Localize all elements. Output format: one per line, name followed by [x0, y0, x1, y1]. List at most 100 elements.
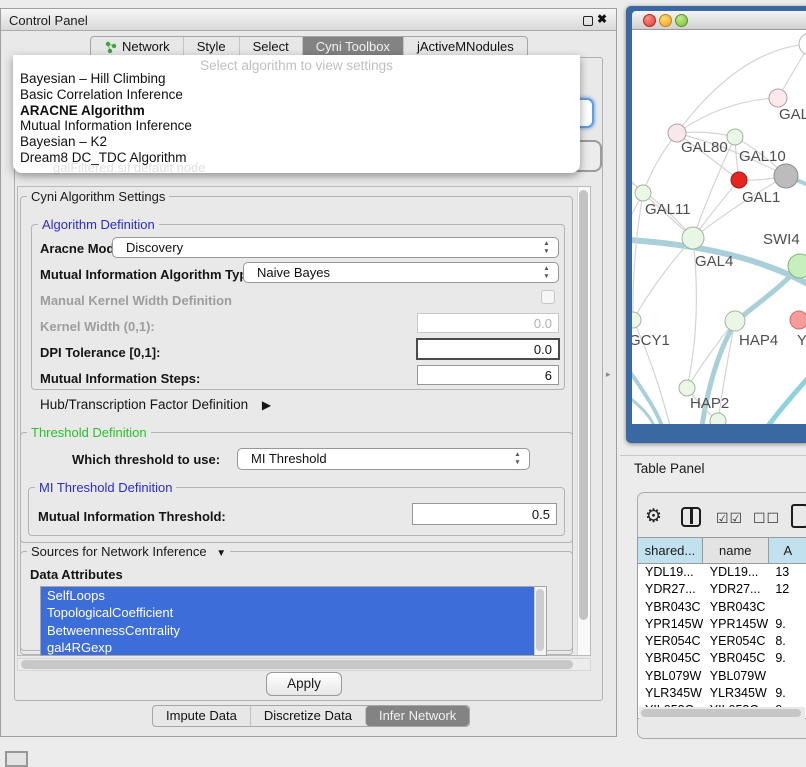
algorithm-option[interactable]: Bayesian – Hill Climbing	[13, 71, 580, 87]
node-gal7[interactable]	[769, 89, 787, 107]
dpi-tolerance-input[interactable]	[416, 338, 560, 360]
aracne-mode-select[interactable]: Discovery ▲▼	[112, 237, 559, 258]
table-row[interactable]: YBR043CYBR043C	[638, 599, 806, 616]
which-threshold-select[interactable]: MI Threshold ▲▼	[237, 448, 530, 470]
node-top-partial[interactable]	[799, 33, 806, 55]
kernel-width-label: Kernel Width (0,1):	[40, 319, 155, 334]
which-threshold-value: MI Threshold	[251, 451, 327, 466]
table-cell: YER054C	[703, 633, 769, 650]
minimize-traffic-light-icon[interactable]	[659, 14, 672, 27]
data-attribute-item[interactable]: gal4RGexp	[41, 639, 546, 656]
kernel-width-input[interactable]	[417, 313, 559, 333]
node-hap4[interactable]	[725, 311, 745, 331]
tab-style[interactable]: Style	[183, 37, 239, 57]
table-cell: YPR145W	[703, 616, 769, 633]
dpi-tolerance-label: DPI Tolerance [0,1]:	[40, 345, 160, 360]
new-column-icon[interactable]	[791, 504, 806, 528]
tab-jactivemnodules[interactable]: jActiveMNodules	[403, 37, 527, 57]
tab-select[interactable]: Select	[239, 37, 302, 57]
table-cell: YPR145W	[638, 616, 703, 633]
node-gal11[interactable]	[635, 185, 651, 201]
column-header-a[interactable]: A	[769, 538, 806, 564]
cyni-algorithm-settings-title: Cyni Algorithm Settings	[27, 189, 169, 204]
mi-threshold-label: Mutual Information Threshold:	[38, 509, 226, 524]
horizontal-scrollbar-thumb[interactable]	[21, 660, 573, 669]
table-row[interactable]: YLR345WYLR345W9.	[638, 685, 806, 702]
table-row[interactable]: YBR045CYBR045C9.	[638, 650, 806, 667]
float-window-icon[interactable]	[583, 16, 593, 26]
table-horizontal-scrollbar-thumb[interactable]	[641, 709, 801, 717]
node-gal10[interactable]	[727, 129, 743, 145]
algorithm-option[interactable]: Bayesian – K2	[13, 134, 580, 150]
table-row[interactable]: YER054CYER054C8.	[638, 633, 806, 650]
table-panel-separator	[620, 455, 806, 456]
node-hap2[interactable]	[679, 380, 695, 396]
node-label-gcy1: GCY1	[632, 332, 670, 349]
node-gal1[interactable]	[731, 172, 747, 188]
spinner-arrows-icon: ▲▼	[542, 265, 551, 281]
table-cell: YBL079W	[703, 668, 769, 685]
table-cell: YLR345W	[638, 685, 703, 702]
control-panel-title: Control Panel	[9, 13, 88, 28]
table-row[interactable]: YDL19...YDL19...13	[638, 564, 806, 581]
cyni-bottom-tabbar: Impute DataDiscretize DataInfer Network	[152, 705, 470, 727]
dropdown-prompt: Select algorithm to view settings	[13, 55, 580, 71]
data-attribute-item[interactable]: TopologicalCoefficient	[41, 604, 546, 621]
mi-algorithm-type-select[interactable]: Naive Bayes ▲▼	[243, 262, 559, 283]
algorithm-dropdown-list: Select algorithm to view settings Bayesi…	[13, 55, 580, 173]
spinner-arrows-icon: ▲▼	[542, 240, 551, 256]
ghost-combo-text: galFiltered.sif default node	[53, 160, 205, 175]
data-attribute-item[interactable]: BetweennessCentrality	[41, 622, 546, 639]
node-salmon[interactable]	[790, 311, 806, 329]
manual-kernel-width-checkbox[interactable]	[541, 290, 555, 304]
algorithm-option[interactable]: Basic Correlation Inference	[13, 87, 580, 103]
vertical-scrollbar-thumb[interactable]	[579, 190, 588, 620]
data-attributes-list[interactable]: SelfLoopsTopologicalCoefficientBetweenne…	[40, 586, 547, 656]
table-cell: YBR045C	[703, 650, 769, 667]
node-bottom-partial[interactable]	[710, 413, 726, 424]
spinner-arrows-icon: ▲▼	[513, 451, 522, 467]
list-scrollbar[interactable]	[534, 587, 546, 655]
algorithm-option[interactable]: Mutual Information Inference	[13, 118, 580, 134]
apply-button[interactable]: Apply	[266, 672, 342, 696]
data-attribute-item[interactable]: SelfLoops	[41, 587, 546, 604]
algorithm-option[interactable]: ARACNE Algorithm	[13, 103, 580, 119]
node-label-gal: GAL	[779, 106, 806, 123]
table-row[interactable]: YBL079WYBL079W	[638, 668, 806, 685]
column-header-name[interactable]: name	[703, 538, 769, 564]
mi-steps-input[interactable]	[417, 365, 559, 385]
table-cell: YDL19...	[638, 564, 703, 581]
tab-label: Style	[197, 37, 226, 57]
gear-icon[interactable]: ⚙	[645, 505, 662, 528]
network-view[interactable]: GALGAL80GAL10GAL1GAL11GAL4SWI4GCY1HAP4YH…	[632, 30, 806, 424]
mi-algorithm-type-value: Naive Bayes	[257, 265, 330, 280]
hub-definition-toggle[interactable]: Hub/Transcription Factor Definition ▶	[40, 397, 271, 412]
list-scrollbar-thumb[interactable]	[536, 589, 544, 651]
tab-impute-data[interactable]: Impute Data	[153, 706, 250, 726]
attribute-table: shared...nameAYDL19...YDL19...13YDR27...…	[637, 537, 806, 719]
select-all-icon[interactable]: ☑☑	[716, 510, 743, 527]
zoom-traffic-light-icon[interactable]	[675, 14, 688, 27]
node-gray[interactable]	[774, 164, 798, 188]
sources-group-title[interactable]: Sources for Network Inference ▼	[27, 544, 230, 559]
tab-discretize-data[interactable]: Discretize Data	[250, 706, 365, 726]
table-row[interactable]: YPR145WYPR145W9.	[638, 616, 806, 633]
node-gal4[interactable]	[682, 227, 704, 249]
node-gcy1[interactable]	[632, 312, 641, 328]
chevron-down-icon: ▼	[216, 548, 226, 559]
column-header-shared[interactable]: shared...	[638, 538, 703, 564]
mi-threshold-input[interactable]	[412, 503, 557, 525]
table-row[interactable]: YDR27...YDR27...12	[638, 581, 806, 598]
tab-infer-network[interactable]: Infer Network	[365, 706, 469, 726]
tab-cyni-toolbox[interactable]: Cyni Toolbox	[302, 37, 403, 57]
network-icon	[104, 41, 117, 54]
show-columns-icon[interactable]	[681, 507, 701, 527]
node-label-hap2: HAP2	[690, 395, 729, 412]
tab-network[interactable]: Network	[91, 37, 183, 57]
minimized-panel-icon[interactable]	[5, 751, 28, 767]
close-icon[interactable]: ✖	[597, 12, 607, 26]
close-traffic-light-icon[interactable]	[643, 14, 656, 27]
deselect-all-icon[interactable]: ☐☐	[753, 510, 780, 527]
network-edge	[677, 98, 778, 133]
node-label-gal80: GAL80	[681, 139, 728, 156]
